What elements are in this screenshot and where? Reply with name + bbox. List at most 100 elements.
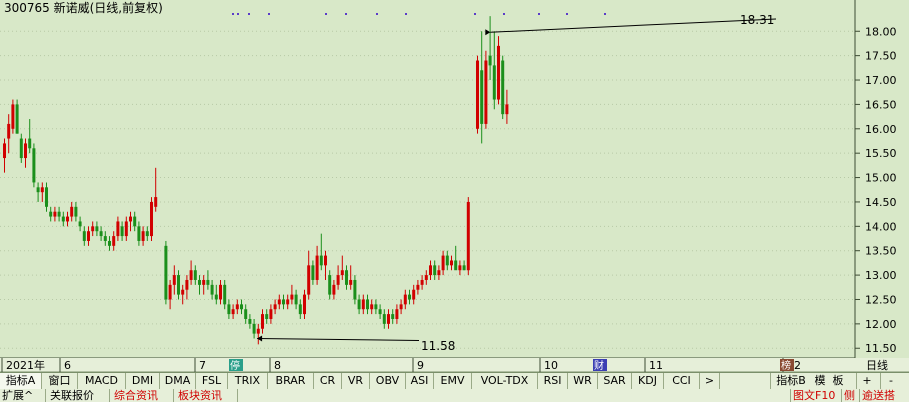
board-button[interactable]: 板 [830,373,846,389]
candle-body [303,294,306,315]
tab-expand[interactable]: 扩展^ [0,389,46,402]
candle-body [265,314,269,319]
x-tick-label: 7 [199,359,206,372]
indicator-tab-kdj[interactable]: KDJ [632,373,664,389]
top-dot [604,13,606,15]
candle-body [361,299,365,310]
candle-body [112,236,116,246]
candle-body [219,284,222,300]
top-dot [345,13,347,15]
x-tick-label: 8 [274,359,281,372]
candle-body [416,284,420,290]
top-dot [474,13,476,15]
candle-body [240,304,243,310]
indicator-tab-asi[interactable]: ASI [406,373,434,389]
candle-body [433,265,437,276]
indicator-tab-[interactable]: > [700,373,720,389]
indicator-tab-brar[interactable]: BRAR [268,373,314,389]
indicator-tab-macd[interactable]: MACD [78,373,126,389]
candle-body [261,314,264,329]
candle-body [501,60,505,115]
indicator-tab-a[interactable]: 指标A [0,373,42,389]
candle-body [57,211,61,217]
candle-body [235,304,239,310]
minus-button[interactable]: - [880,373,901,389]
tab-sector-news[interactable]: 板块资讯 [176,389,238,402]
candle-body [450,260,453,266]
indicator-tab-cr[interactable]: CR [314,373,342,389]
candle-body [374,304,378,310]
candle-body [36,187,40,193]
candle-body [210,284,214,295]
candle-body [458,265,462,271]
candle-body [129,216,132,222]
top-dot [376,13,378,15]
x-tick-label: 9 [417,359,424,372]
y-tick-label: 16.50 [865,98,897,111]
candle-body [282,299,285,305]
indicator-tab-sar[interactable]: SAR [598,373,632,389]
candle-body [298,304,302,315]
candle-body [399,304,403,310]
timeframe-label: 日线 [866,358,888,372]
candle-body [95,226,99,232]
candle-body [202,279,206,285]
candle-body [103,236,107,241]
indicator-tab-rsi[interactable]: RSI [538,373,568,389]
side-button[interactable]: 侧 [842,389,860,402]
candle-body [227,304,231,315]
indicator-b-button[interactable]: 指标B [770,373,811,389]
indicator-tab-emv[interactable]: EMV [434,373,472,389]
candle-body [231,309,235,315]
indicator-tab-trix[interactable]: TRIX [228,373,268,389]
kline-window: 18.00 17.50 17.00 16.50 16.00 15.50 15.00 14.50… [0,0,909,402]
indicator-tab-[interactable]: 窗口 [42,373,78,389]
candle-body [294,294,298,305]
tab-related-quotes[interactable]: 关联报价 [48,389,110,402]
candle-body [116,221,120,237]
candle-body [395,309,399,319]
candle-body [290,294,294,300]
candle-body [45,187,48,207]
candle-body [223,284,227,305]
extra-button[interactable]: 逾送搭 [860,389,909,402]
candle-body [403,294,407,305]
top-dot [248,13,250,15]
indicator-tab-vr[interactable]: VR [342,373,370,389]
candle-body [332,284,336,295]
candle-body [273,304,277,310]
candle-body [319,255,323,266]
indicator-tab-obv[interactable]: OBV [370,373,406,389]
indicator-tab-wr[interactable]: WR [568,373,598,389]
tab-expand-label: 扩展^ [2,389,34,402]
indicator-tab-fsl[interactable]: FSL [196,373,228,389]
indicator-tab-dma[interactable]: DMA [160,373,196,389]
indicator-tab-dmi[interactable]: DMI [126,373,160,389]
candle-body [345,270,348,285]
indicator-tab-cci[interactable]: CCI [664,373,700,389]
tab-general-news-label: 综合资讯 [114,389,158,402]
y-tick-label: 12.00 [865,318,897,331]
candle-body [154,197,158,207]
candlestick-chart[interactable]: 18.00 17.50 17.00 16.50 16.00 15.50 15.00 14.50… [0,0,909,372]
candle-body [61,216,65,222]
tab-general-news[interactable]: 综合资讯 [112,389,174,402]
candle-body [366,299,369,310]
candle-body [78,221,82,227]
y-tick-label: 12.50 [865,293,897,306]
template-button[interactable]: 模 [812,373,828,389]
candle-body [206,279,210,285]
f10-button[interactable]: 图文F10 [790,389,842,402]
plus-button[interactable]: + [856,373,877,389]
indicator-tab-voltdx[interactable]: VOL-TDX [472,373,538,389]
candle-body [181,289,185,295]
candle-body [40,187,44,193]
x-tick-label: 2021年 [6,358,45,372]
y-tick-label: 17.00 [865,74,897,87]
candle-body [108,240,111,246]
candle-body [189,270,193,280]
candle-body [141,231,145,241]
candle-body [28,138,32,149]
candle-body [462,265,466,271]
candle-body [445,255,449,266]
